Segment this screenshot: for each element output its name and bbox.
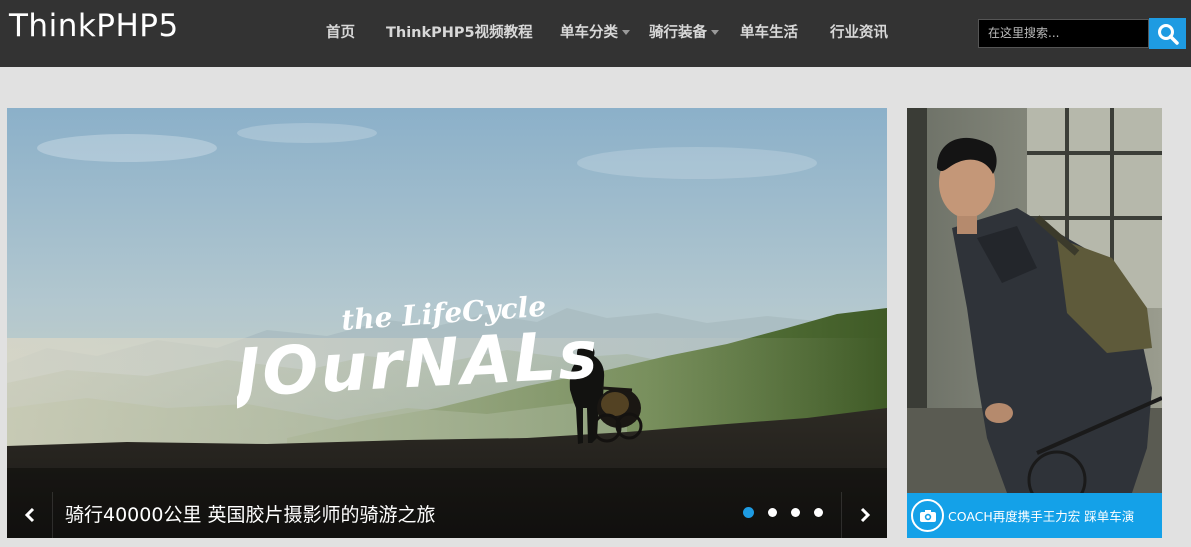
journals-title-graphic: the LifeCycle JOurNALs [223,290,601,413]
nav-label: 骑行装备 [649,25,707,41]
site-logo[interactable]: ThinkPHP5 [9,8,179,44]
nav-item-bike-categories[interactable]: 单车分类 [560,21,630,45]
search-input[interactable]: 在这里搜索... [978,19,1149,48]
prev-slide-button[interactable] [7,492,53,538]
search-placeholder: 在这里搜索... [988,26,1060,40]
search-button[interactable] [1149,18,1186,49]
camera-icon-shape [919,509,936,522]
top-header: ThinkPHP5 首页 ThinkPHP5视频教程 单车分类 骑行装备 单车生… [0,0,1191,67]
camera-icon [911,499,944,532]
slide-caption-bar: 骑行40000公里 英国胶片摄影师的骑游之旅 [7,492,887,538]
caret-down-icon [711,29,719,35]
slide-dot-2[interactable] [768,508,777,517]
slide-dots [743,507,823,518]
side-ad-image [907,108,1162,538]
chevron-right-icon [860,507,870,523]
nav-label: 单车分类 [560,25,618,41]
slide-caption[interactable]: 骑行40000公里 英国胶片摄影师的骑游之旅 [65,500,435,527]
nav-item-video-tutorial[interactable]: ThinkPHP5视频教程 [386,21,533,45]
caret-down-icon [622,29,630,35]
nav-item-bike-life[interactable]: 单车生活 [740,21,798,45]
nav-item-riding-gear[interactable]: 骑行装备 [649,21,719,45]
nav-item-home[interactable]: 首页 [326,21,355,45]
side-ad-caption: COACH再度携手王力宏 踩单车演 [948,509,1135,524]
slide-dot-3[interactable] [791,508,800,517]
side-ad-caption-bar[interactable]: COACH再度携手王力宏 踩单车演 [907,493,1162,538]
next-slide-button[interactable] [841,492,887,538]
search-icon [1157,23,1179,45]
nav-label: 单车生活 [740,25,798,41]
nav-label: 首页 [326,25,355,41]
hero-slider[interactable]: the LifeCycle JOurNALs 骑行40000公里 英国胶片摄影师… [7,108,887,538]
slide-overlay-title: the LifeCycle JOurNALs [223,288,637,422]
overlay-line-2: JOurNALs [237,316,601,413]
chevron-left-icon [24,507,34,523]
nav-item-industry-news[interactable]: 行业资讯 [830,21,888,45]
nav-label: ThinkPHP5视频教程 [386,25,533,41]
slide-dot-1[interactable] [743,507,754,518]
nav-label: 行业资讯 [830,25,888,41]
slide-dot-4[interactable] [814,508,823,517]
side-ad[interactable]: COACH再度携手王力宏 踩单车演 [907,108,1162,538]
